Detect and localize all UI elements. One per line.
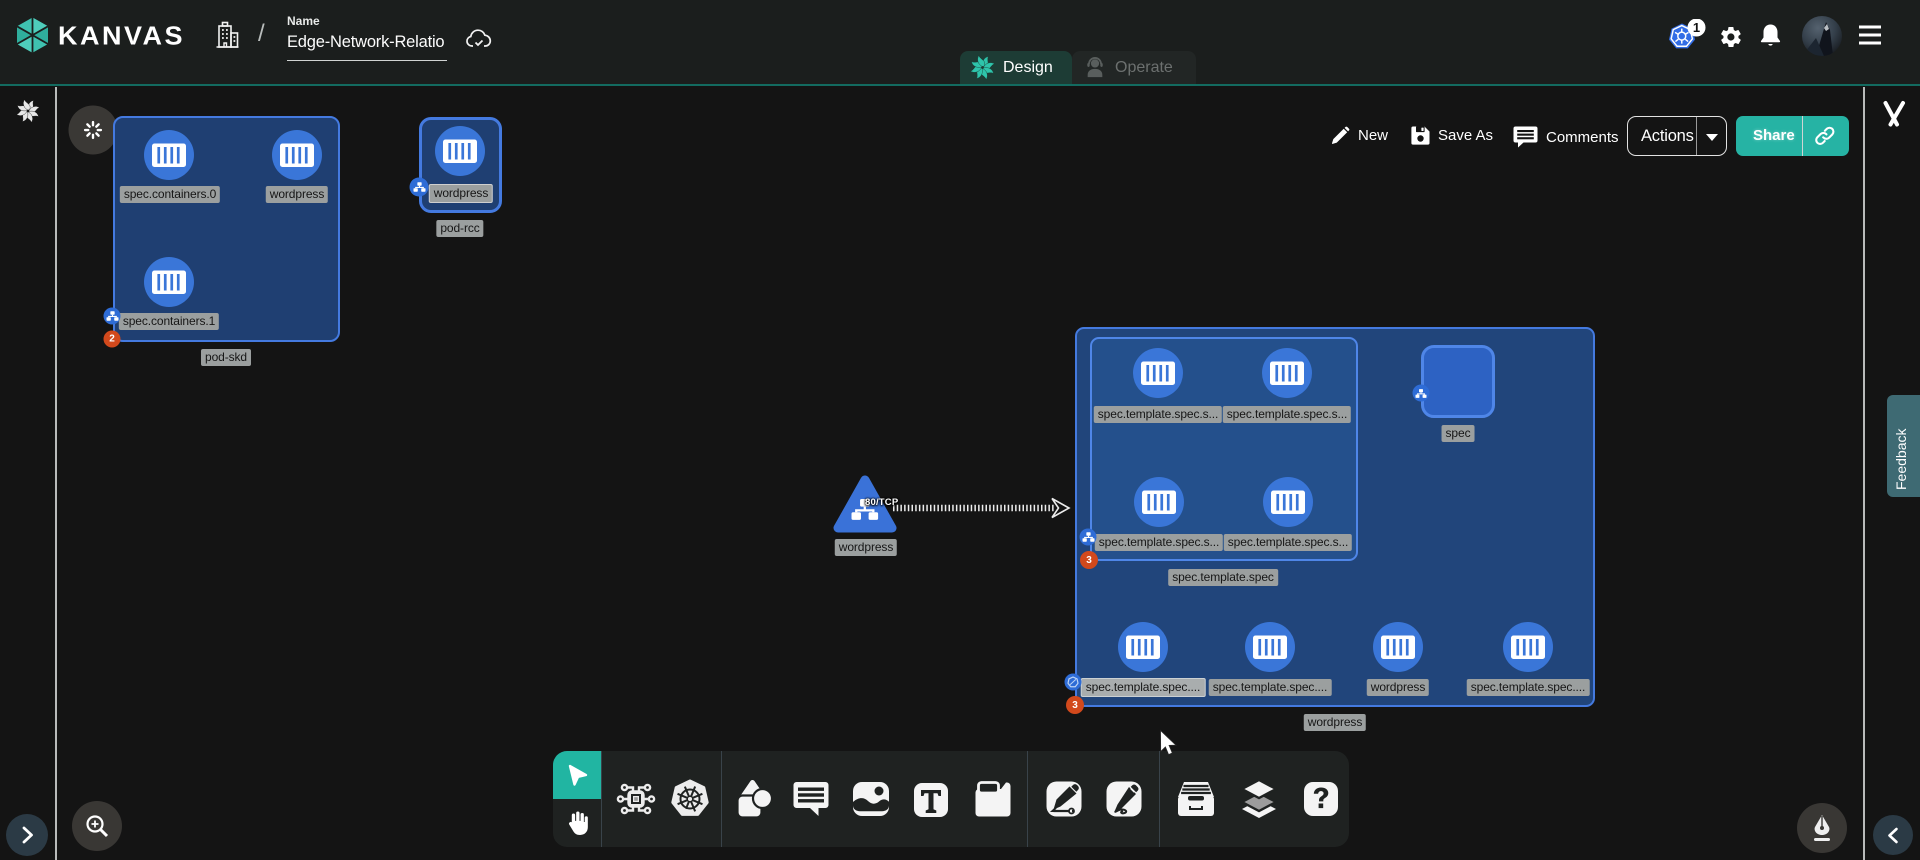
svg-text:1: 1 xyxy=(1693,20,1700,35)
